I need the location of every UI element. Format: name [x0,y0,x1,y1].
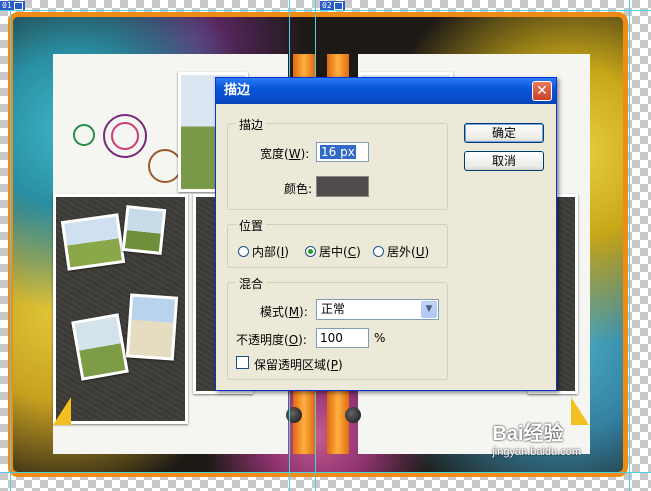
chevron-down-icon[interactable]: ▼ [421,301,437,318]
guide-vertical [10,0,11,491]
dialog-titlebar[interactable]: 描边 ✕ [216,78,556,104]
doodle-circle [148,149,182,183]
position-group-legend: 位置 [236,217,267,234]
photo-jump [60,213,126,271]
opacity-label: 不透明度(O): [236,333,307,347]
watermark-brand-2: 经验 [523,423,564,445]
page-label-01: 01 [0,1,25,10]
stroke-dialog: 描边 ✕ 描边 宽度(W): 16 px 颜色: 位置 内部(I) 居中(C) … [215,77,557,391]
radio-inside-circle[interactable] [238,246,249,257]
width-label: 宽度(W): [260,147,310,161]
radio-center-circle[interactable] [305,246,316,257]
color-label: 颜色: [284,182,313,196]
radio-outside-label: 居外(U) [387,245,430,259]
photo-beach [125,293,179,361]
opacity-input[interactable]: 100 [316,328,369,348]
watermark-brand: Bai [492,423,524,445]
radio-outside[interactable]: 居外(U) [373,243,429,260]
blend-mode-select[interactable]: 正常 ▼ [316,299,439,320]
corner-triangle [53,397,71,425]
radio-center-label: 居中(C) [319,245,361,259]
radio-center[interactable]: 居中(C) [305,243,361,260]
opacity-unit: % [374,331,386,345]
photo-field [71,313,129,381]
watermark-url: jingyan.baidu.com [492,446,581,458]
doodle-circle [73,124,95,146]
cancel-button[interactable]: 取消 [464,151,544,171]
photo-corkboard [53,194,188,424]
preserve-transparency-checkbox[interactable] [236,356,249,369]
stroke-group: 描边 宽度(W): 16 px 颜色: [227,116,448,210]
binder-ring [345,407,361,423]
blend-group-legend: 混合 [236,275,267,292]
doodle-circle [111,122,139,150]
radio-inside[interactable]: 内部(I) [238,243,289,260]
radio-inside-label: 内部(I) [252,245,289,259]
doodle-text-left [93,72,183,112]
guide-vertical [629,0,630,491]
stroke-group-legend: 描边 [236,116,267,133]
color-swatch[interactable] [316,176,369,197]
page-label-02: 02 [320,1,345,10]
guide-horizontal [0,10,651,11]
preserve-transparency-label[interactable]: 保留透明区域(P) [254,356,343,373]
position-group: 位置 内部(I) 居中(C) 居外(U) [227,217,448,268]
watermark: Bai经验 jingyan.baidu.com [492,417,581,458]
close-icon[interactable]: ✕ [532,81,552,101]
guide-horizontal [0,472,651,473]
photo-group [121,205,167,255]
dialog-title: 描边 [224,83,251,98]
blend-group: 混合 模式(M): 正常 ▼ 不透明度(O): 100 % 保留透明区域(P) [227,275,448,380]
ok-button[interactable]: 确定 [464,123,544,143]
mode-label: 模式(M): [260,305,308,319]
radio-outside-circle[interactable] [373,246,384,257]
blend-mode-value: 正常 [321,302,346,316]
width-input[interactable]: 16 px [316,142,369,162]
